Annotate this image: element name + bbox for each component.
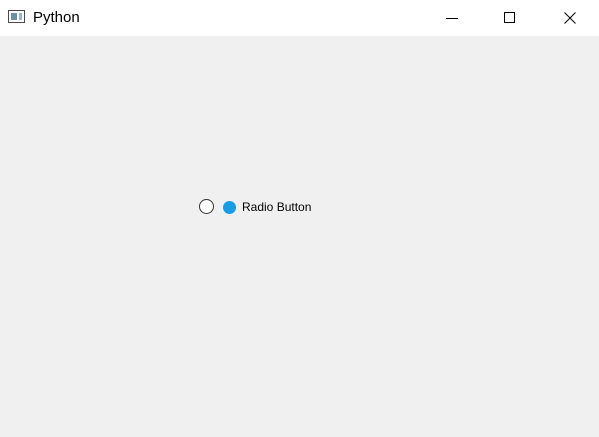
close-button[interactable] [541,0,599,36]
window-title: Python [33,9,80,26]
minimize-icon [446,18,458,19]
radio-button-label[interactable]: Radio Button [242,200,311,214]
close-icon [564,12,576,24]
app-window-icon [8,10,25,23]
minimize-button[interactable] [423,0,481,36]
filled-circle-icon [223,201,236,214]
maximize-button[interactable] [481,0,539,36]
app-window: Python Radio Button [0,0,599,437]
client-area [0,36,599,437]
title-bar[interactable]: Python [0,0,599,36]
maximize-icon [504,12,515,23]
radio-button[interactable] [199,199,214,214]
